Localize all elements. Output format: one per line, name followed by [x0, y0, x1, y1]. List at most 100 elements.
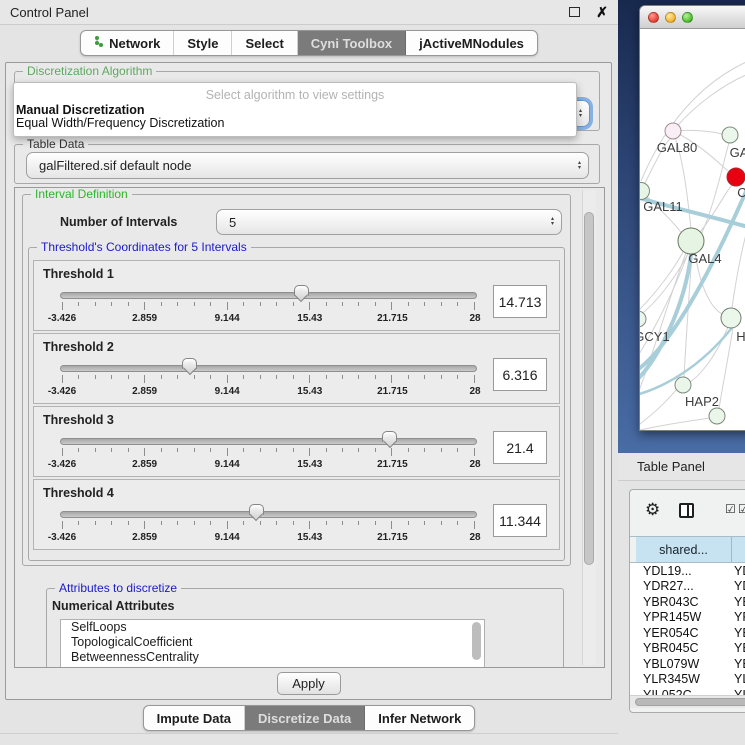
table-data-title: Table Data [23, 137, 88, 151]
tick-mark [78, 521, 79, 525]
slider-thumb[interactable] [382, 431, 397, 451]
network-node-h[interactable] [721, 308, 741, 328]
slider-threshold-2[interactable]: -3.4262.8599.14415.4321.71528 [60, 358, 477, 400]
cell-shared-name: YER054C [630, 626, 724, 640]
network-window: GAL80GACGAL11GAL4GCY1HHAP2 [639, 5, 745, 431]
network-window-titlebar[interactable] [640, 6, 745, 29]
slider-track[interactable] [60, 511, 477, 518]
table-hscrollbar[interactable] [630, 695, 745, 708]
number-of-intervals-combobox[interactable]: 5 ▴▾ [216, 209, 562, 235]
tick-mark [326, 521, 327, 525]
list-scrollbar[interactable] [472, 622, 481, 660]
threshold-value-field[interactable]: 6.316 [493, 358, 547, 391]
scale-label: 2.859 [132, 386, 157, 397]
table-row[interactable]: YBR045CYBR0 [630, 641, 745, 657]
column-header-name[interactable]: na [732, 537, 745, 562]
scale-label: -3.426 [48, 532, 76, 543]
table-row[interactable]: YIL052CYIL0 [630, 687, 745, 695]
float-window-icon[interactable] [569, 7, 580, 17]
network-node-gcy1[interactable] [640, 311, 646, 327]
network-edge [640, 418, 710, 431]
network-edge [640, 390, 676, 427]
tab-label: jActiveMNodules [419, 36, 524, 51]
tick-mark [78, 448, 79, 452]
table-row[interactable]: YDL19...YDL1 [630, 563, 745, 579]
slider-track[interactable] [60, 438, 477, 445]
tab-discretize-data[interactable]: Discretize Data [245, 706, 365, 730]
tick-mark [111, 521, 112, 525]
table-row[interactable]: YPR145WYPR1 [630, 610, 745, 626]
threshold-value-field[interactable]: 14.713 [493, 285, 547, 318]
zoom-traffic-light-icon[interactable] [682, 12, 693, 23]
tick-mark [457, 448, 458, 452]
network-node[interactable] [709, 408, 725, 424]
slider-thumb[interactable] [182, 358, 197, 378]
list-item[interactable]: TopologicalCoefficient [61, 635, 484, 650]
slider-threshold-4[interactable]: -3.4262.8599.14415.4321.71528 [60, 504, 477, 546]
tab-label: Select [245, 36, 283, 51]
tick-mark [111, 302, 112, 306]
algorithm-popup-item[interactable]: Equal Width/Frequency Discretization [16, 116, 224, 130]
slider-thumb[interactable] [294, 285, 309, 305]
numerical-attributes-list[interactable]: SelfLoopsTopologicalCoefficientBetweenne… [60, 619, 485, 668]
tick-mark [424, 448, 425, 452]
settings-scrollbar-thumb[interactable] [584, 212, 594, 565]
gear-icon[interactable]: ⚙ [645, 501, 660, 518]
tick-mark [260, 448, 261, 452]
table-row[interactable]: YBR043CYBR0 [630, 594, 745, 610]
table-row[interactable]: YER054CYER0 [630, 625, 745, 641]
minimize-traffic-light-icon[interactable] [665, 12, 676, 23]
tick-mark [375, 521, 376, 525]
column-header-shared-name[interactable]: shared... [636, 537, 732, 562]
table-hscrollbar-thumb[interactable] [635, 698, 745, 706]
scale-label: 28 [469, 313, 480, 324]
tab-select[interactable]: Select [232, 31, 297, 55]
bottom-tab-bar: Impute DataDiscretize DataInfer Network [143, 705, 476, 731]
list-item[interactable]: SelfLoops [61, 620, 484, 635]
tab-style[interactable]: Style [174, 31, 232, 55]
tick-mark [62, 521, 63, 529]
close-icon[interactable]: ✗ [596, 5, 608, 19]
scale-label: 28 [469, 459, 480, 470]
algorithm-popup-item[interactable]: Manual Discretization [16, 103, 145, 117]
tab-infer-network[interactable]: Infer Network [365, 706, 474, 730]
split-columns-icon[interactable] [679, 503, 694, 518]
scale-label: -3.426 [48, 459, 76, 470]
tab-cyni-toolbox[interactable]: Cyni Toolbox [298, 31, 406, 55]
tick-mark [293, 375, 294, 379]
cell-name: YBL0 [724, 657, 745, 671]
interval-definition-title: Interval Definition [31, 187, 132, 201]
slider-threshold-3[interactable]: -3.4262.8599.14415.4321.71528 [60, 431, 477, 473]
tab-network[interactable]: Network [81, 31, 174, 55]
slider-track[interactable] [60, 292, 477, 299]
table-data-combobox[interactable]: galFiltered.sif default node ▴▾ [26, 152, 589, 179]
tab-impute-data[interactable]: Impute Data [144, 706, 245, 730]
table-row[interactable]: YBL079WYBL0 [630, 656, 745, 672]
tick-mark [62, 375, 63, 383]
settings-scrollbar[interactable] [582, 190, 596, 665]
network-node-gal80[interactable] [665, 123, 681, 139]
table-row[interactable]: YLR345WYLR3 [630, 672, 745, 688]
network-node-hap2[interactable] [675, 377, 691, 393]
tick-mark [457, 521, 458, 525]
checkbox-icon[interactable]: ☑ [738, 503, 745, 515]
slider-track[interactable] [60, 365, 477, 372]
tick-mark [128, 375, 129, 379]
network-canvas[interactable]: GAL80GACGAL11GAL4GCY1HHAP2 [640, 29, 745, 431]
network-node-ga[interactable] [722, 127, 738, 143]
network-node-c[interactable] [727, 168, 745, 186]
close-traffic-light-icon[interactable] [648, 12, 659, 23]
tab-jactivemnodules[interactable]: jActiveMNodules [406, 31, 537, 55]
threshold-value-field[interactable]: 21.4 [493, 431, 547, 464]
threshold-cell-threshold-1: Threshold 1-3.4262.8599.14415.4321.71528… [33, 260, 560, 331]
slider-threshold-1[interactable]: -3.4262.8599.14415.4321.71528 [60, 285, 477, 327]
threshold-value-field[interactable]: 11.344 [493, 504, 547, 537]
slider-thumb[interactable] [249, 504, 264, 524]
list-item[interactable]: BetweennessCentrality [61, 650, 484, 665]
apply-button[interactable]: Apply [277, 672, 341, 695]
network-node-gal11[interactable] [640, 183, 650, 200]
table-row[interactable]: YDR27...YDR2 [630, 579, 745, 595]
scale-label: -3.426 [48, 386, 76, 397]
network-node-label: H [736, 329, 745, 344]
checkbox-icon[interactable]: ☑ [725, 503, 736, 515]
